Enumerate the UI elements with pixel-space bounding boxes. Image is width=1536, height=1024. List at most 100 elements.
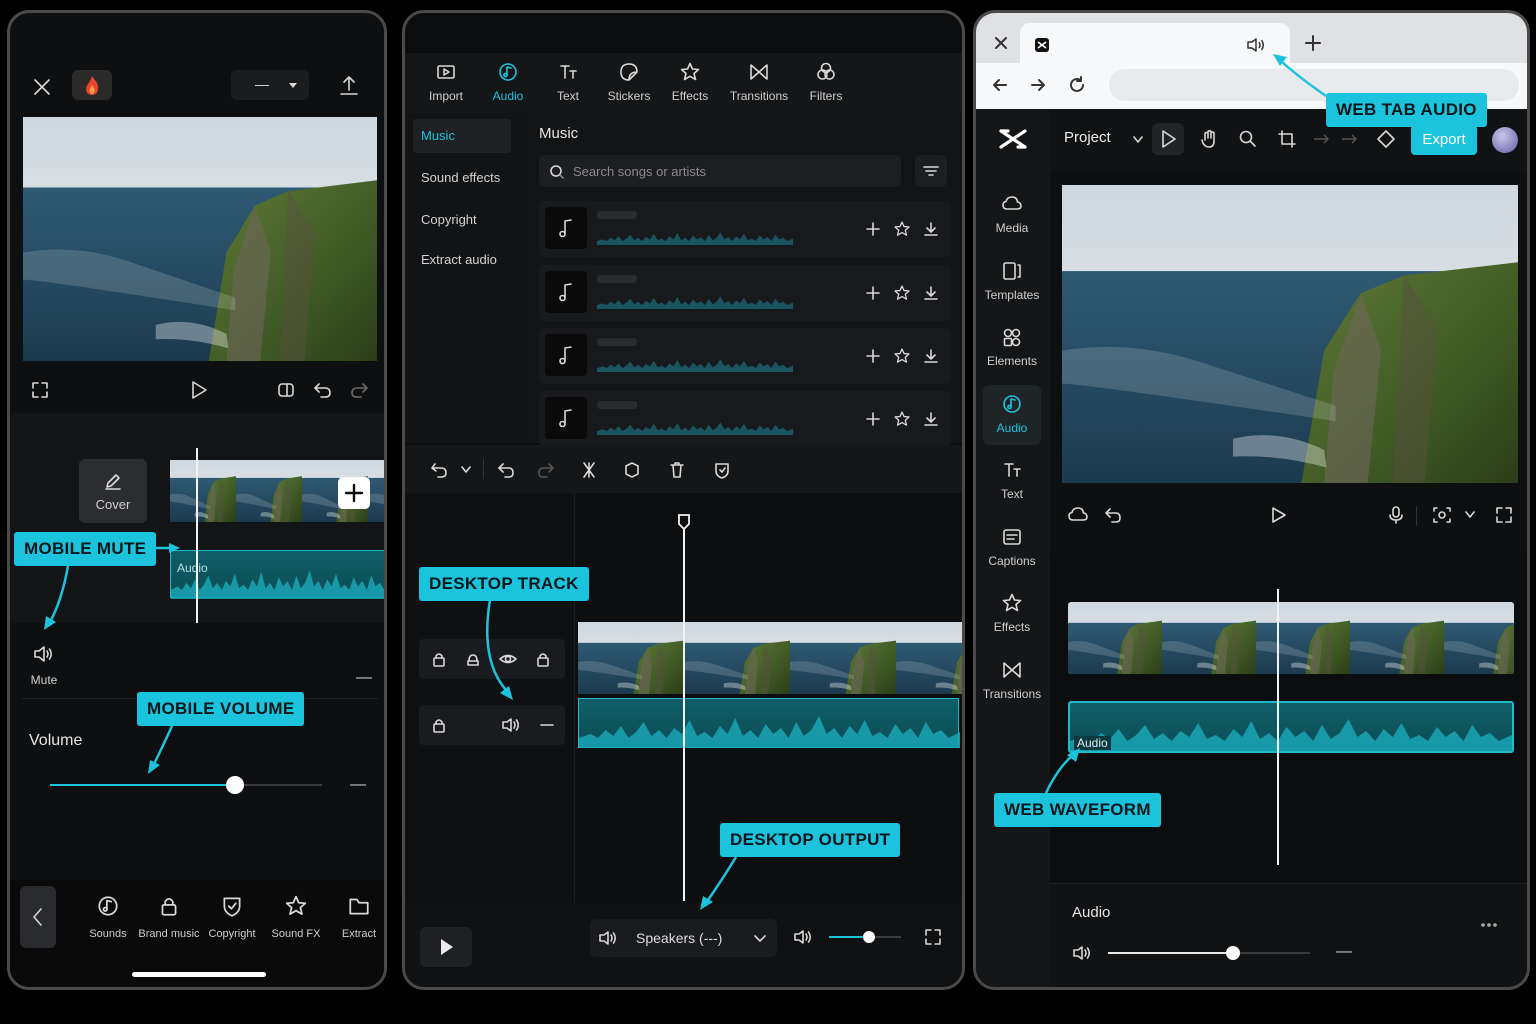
- add-icon[interactable]: [865, 285, 881, 301]
- play-button[interactable]: [420, 927, 472, 967]
- shield-icon[interactable]: [712, 460, 732, 480]
- toolbar-tab-import[interactable]: Import: [417, 59, 475, 109]
- minus-icon[interactable]: [539, 717, 555, 733]
- microphone-icon[interactable]: [1386, 505, 1406, 525]
- bottom-bar-item-sounds[interactable]: Sounds: [76, 894, 140, 954]
- download-icon[interactable]: [923, 221, 939, 237]
- mute-button[interactable]: Mute: [24, 641, 64, 691]
- favorite-icon[interactable]: [893, 347, 911, 365]
- sidebar-item-text[interactable]: Text: [983, 451, 1041, 511]
- split-right-icon[interactable]: [1340, 133, 1358, 145]
- side-menu-item-extract-audio[interactable]: Extract audio: [413, 243, 511, 277]
- fire-badge[interactable]: [72, 70, 112, 100]
- song-row[interactable]: [539, 201, 951, 257]
- add-icon[interactable]: [865, 411, 881, 427]
- output-volume-slider[interactable]: [829, 929, 901, 945]
- split-icon[interactable]: [579, 460, 599, 480]
- fullscreen-icon[interactable]: [923, 927, 943, 947]
- add-icon[interactable]: [865, 348, 881, 364]
- volume-slider-thumb[interactable]: [226, 776, 244, 794]
- chevron-down-icon[interactable]: [460, 465, 472, 475]
- forward-arrow-icon[interactable]: [1028, 75, 1048, 95]
- playhead-handle[interactable]: [677, 513, 691, 531]
- speaker-icon[interactable]: [1072, 944, 1094, 962]
- video-clip[interactable]: [1068, 602, 1514, 674]
- favorite-icon[interactable]: [893, 220, 911, 238]
- sidebar-item-effects[interactable]: Effects: [983, 584, 1041, 644]
- toolbar-tab-filters[interactable]: Filters: [797, 59, 855, 109]
- zoom-icon[interactable]: [1238, 129, 1258, 149]
- capcut-logo[interactable]: [998, 127, 1028, 153]
- bottom-bar-item-sound-fx[interactable]: Sound FX: [264, 894, 328, 954]
- sidebar-item-elements[interactable]: Elements: [983, 318, 1041, 378]
- tab-audio-speaker-icon[interactable]: [1246, 36, 1266, 54]
- lock-icon[interactable]: [535, 651, 551, 667]
- reload-icon[interactable]: [1067, 75, 1087, 95]
- playhead[interactable]: [683, 521, 685, 901]
- crop-icon[interactable]: [1277, 129, 1297, 149]
- song-row[interactable]: [539, 328, 951, 384]
- play-button[interactable]: [188, 379, 210, 401]
- more-icon[interactable]: [1480, 922, 1498, 928]
- volume-slider[interactable]: [50, 775, 322, 795]
- close-tab-icon[interactable]: [992, 34, 1010, 52]
- project-menu[interactable]: Project: [1064, 129, 1144, 153]
- keyframe-button[interactable]: [276, 380, 298, 400]
- toolbar-tab-audio[interactable]: Audio: [479, 59, 537, 109]
- undo-history-icon[interactable]: [429, 460, 449, 480]
- bottom-bar-item-brand-music[interactable]: Brand music: [137, 894, 201, 954]
- side-menu-item-music[interactable]: Music: [413, 119, 511, 153]
- back-arrow-icon[interactable]: [990, 75, 1010, 95]
- delete-icon[interactable]: [667, 460, 687, 480]
- redo-button[interactable]: [348, 380, 370, 400]
- lock-icon[interactable]: [431, 651, 447, 667]
- export-button[interactable]: Export: [1411, 125, 1477, 155]
- audio-clip[interactable]: Audio: [1068, 701, 1514, 753]
- add-clip-button[interactable]: [338, 477, 370, 509]
- close-button[interactable]: [30, 75, 54, 99]
- add-icon[interactable]: [865, 221, 881, 237]
- avatar[interactable]: [1492, 127, 1518, 153]
- sidebar-item-transitions[interactable]: Transitions: [983, 651, 1041, 711]
- bottom-bar-item-extract[interactable]: Extract: [327, 894, 384, 954]
- search-input[interactable]: Search songs or artists: [539, 155, 901, 187]
- favorite-icon[interactable]: [893, 284, 911, 302]
- lock-icon[interactable]: [431, 717, 447, 733]
- eye-icon[interactable]: [499, 651, 517, 667]
- output-volume-thumb[interactable]: [863, 931, 875, 943]
- fullscreen-icon[interactable]: [1494, 505, 1514, 525]
- speaker-icon[interactable]: [793, 927, 817, 947]
- hand-icon[interactable]: [1199, 129, 1219, 149]
- audio-volume-thumb[interactable]: [1226, 946, 1240, 960]
- output-device-select[interactable]: Speakers (---): [590, 919, 777, 957]
- toolbar-tab-effects[interactable]: Effects: [661, 59, 719, 109]
- toolbar-tab-text[interactable]: Text: [539, 59, 597, 109]
- audio-volume-slider[interactable]: [1108, 944, 1310, 962]
- undo-icon[interactable]: [1103, 505, 1123, 525]
- redo-icon[interactable]: [536, 460, 556, 480]
- sidebar-item-captions[interactable]: Captions: [983, 518, 1041, 578]
- select-tool-button[interactable]: [1152, 123, 1184, 155]
- export-button[interactable]: [336, 73, 362, 99]
- crop-icon[interactable]: [622, 460, 642, 480]
- playhead[interactable]: [196, 448, 198, 623]
- undo-button[interactable]: [312, 380, 334, 400]
- audio-lock-icon[interactable]: [465, 651, 481, 667]
- undo-icon[interactable]: [496, 460, 516, 480]
- chevron-down-icon[interactable]: [1464, 510, 1476, 520]
- sidebar-item-media[interactable]: Media: [983, 185, 1041, 245]
- split-left-icon[interactable]: [1312, 133, 1330, 145]
- filter-button[interactable]: [915, 155, 947, 187]
- song-row[interactable]: [539, 265, 951, 321]
- sidebar-item-audio[interactable]: Audio: [983, 384, 1041, 445]
- resolution-dropdown[interactable]: —: [231, 70, 309, 100]
- side-menu-item-copyright[interactable]: Copyright: [413, 203, 511, 237]
- video-clip[interactable]: [578, 622, 962, 694]
- play-icon[interactable]: [1268, 505, 1288, 525]
- toolbar-tab-transitions[interactable]: Transitions: [723, 59, 795, 109]
- download-icon[interactable]: [923, 348, 939, 364]
- audio-clip[interactable]: [578, 698, 960, 748]
- side-menu-item-sound-effects[interactable]: Sound effects: [413, 161, 511, 195]
- cover-button[interactable]: Cover: [79, 459, 147, 523]
- cloud-icon[interactable]: [1068, 505, 1088, 525]
